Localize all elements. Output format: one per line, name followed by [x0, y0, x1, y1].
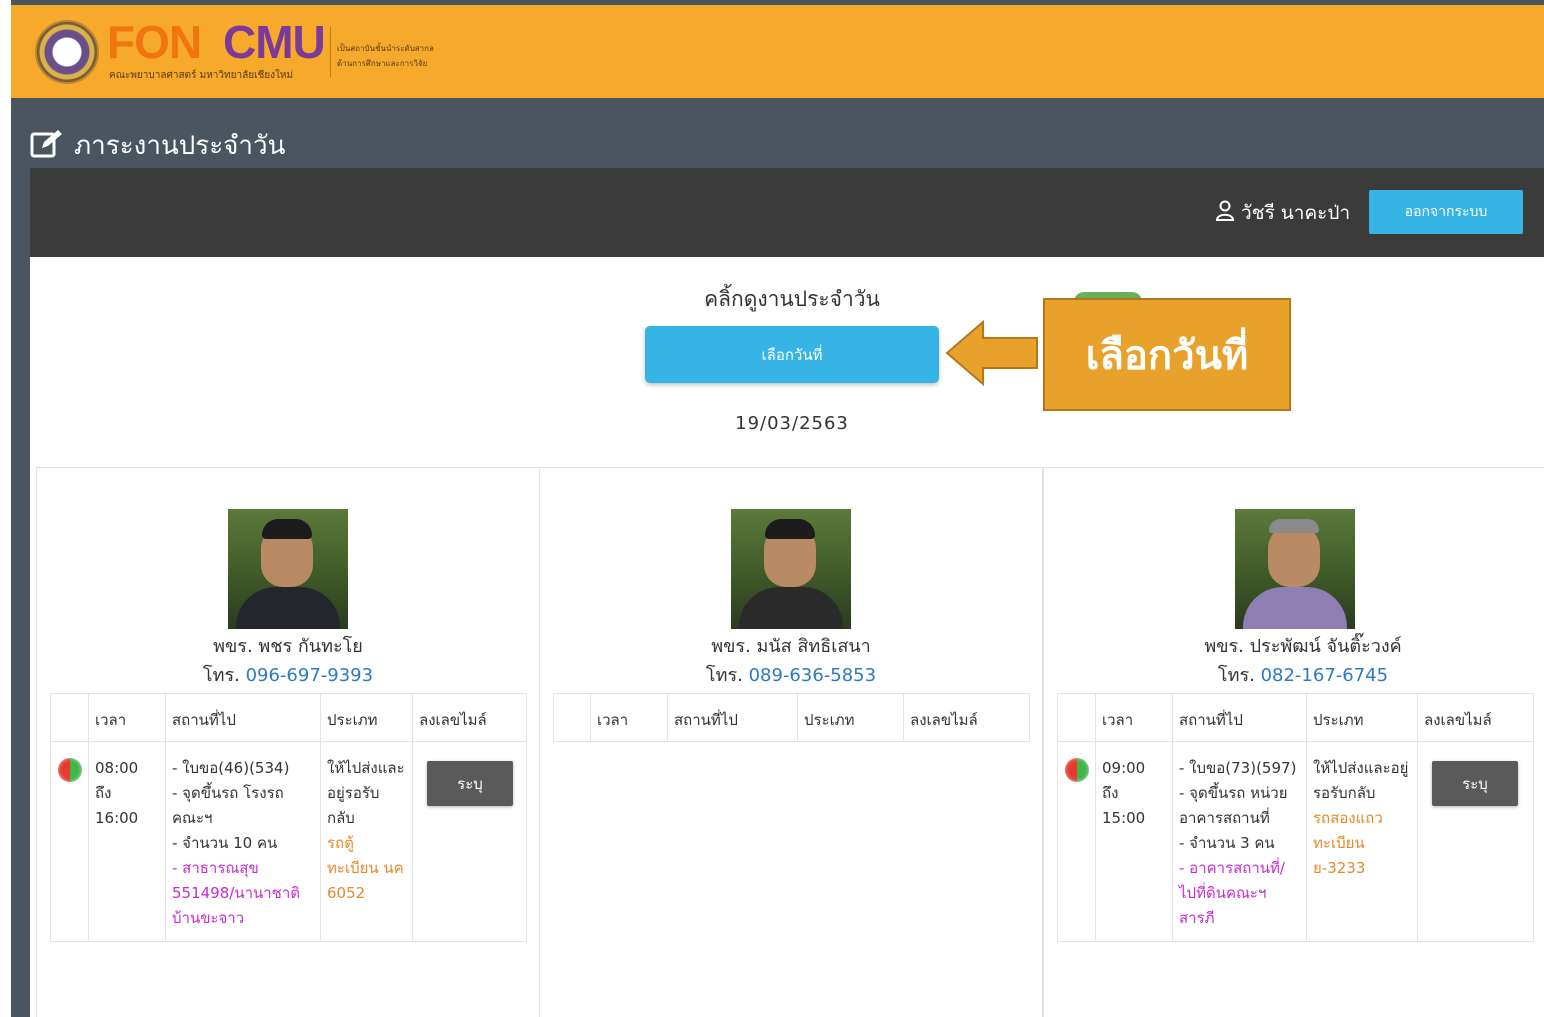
- header-status: [553, 693, 591, 742]
- driver-phone-row: โทร. 096-697-9393: [37, 660, 539, 689]
- header-status: [50, 693, 89, 742]
- left-edge: [0, 0, 11, 1017]
- header-mileage: ลงเลขไมล์: [1417, 693, 1534, 742]
- table-header-row: เวลา สถานที่ไป ประเภท ลงเลขไมล์: [553, 693, 1030, 742]
- table-row: 08:00 ถึง 16:00 - ใบขอ(46)(534) - จุดขึ้…: [50, 741, 527, 942]
- logo-tagline-2: ด้านการศึกษาและการวิจัย: [337, 59, 428, 68]
- destination-cell: - ใบขอ(46)(534) - จุดขึ้นรถ โรงรถคณะฯ - …: [165, 741, 321, 942]
- main-panel: คลิ้กดูงานประจำวัน เลือกวันที่ 19/03/256…: [30, 257, 1544, 1017]
- request-number: - ใบขอ(46)(534): [172, 759, 290, 777]
- passenger-count: - จำนวน 3 คน: [1179, 834, 1275, 852]
- header-destination: สถานที่ไป: [165, 693, 321, 742]
- driver-phone-row: โทร. 089-636-5853: [540, 660, 1042, 689]
- site-header: FON CMU คณะพยาบาลศาสตร์ มหาวิทยาลัยเชียง…: [11, 5, 1544, 98]
- annotation-callout: เลือกวันที่: [1043, 298, 1291, 411]
- driver-photo: [228, 509, 348, 629]
- university-seal-icon: [35, 20, 99, 84]
- driver-name: พขร. พชร กันทะโย: [213, 636, 363, 657]
- specify-mileage-button[interactable]: ระบุ: [1432, 761, 1518, 806]
- header-type: ประเภท: [1306, 693, 1418, 742]
- header-time: เวลา: [1095, 693, 1173, 742]
- status-cell: [1057, 741, 1096, 942]
- destination-cell: - ใบขอ(73)(597) - จุดขึ้นรถ หน่วยอาคารสถ…: [1172, 741, 1307, 942]
- phone-prefix: โทร.: [202, 665, 240, 686]
- jobs-table: เวลา สถานที่ไป ประเภท ลงเลขไมล์: [553, 693, 1030, 742]
- trip-type: ให้ไปส่งและอยู่รอรับกลับ: [327, 759, 405, 827]
- status-dot-icon: [1065, 758, 1089, 782]
- driver-card: พขร. ประพัฒน์ จันติ๊ะวงค์ โทร. 082-167-6…: [1043, 467, 1544, 1017]
- header-destination: สถานที่ไป: [667, 693, 798, 742]
- table-header-row: เวลา สถานที่ไป ประเภท ลงเลขไมล์: [50, 693, 527, 742]
- table-row: 09:00 ถึง 15:00 - ใบขอ(73)(597) - จุดขึ้…: [1057, 741, 1534, 942]
- status-cell: [50, 741, 89, 942]
- destination-place: - สาธารณสุข 551498/นานาชาติ บ้านขะจาว: [172, 859, 301, 927]
- arrow-left-icon: [945, 320, 1038, 386]
- phone-prefix: โทร.: [1217, 665, 1255, 686]
- pickup-point: - จุดขึ้นรถ โรงรถคณะฯ: [172, 784, 284, 827]
- user-name: วัชรี นาคะป่า: [1241, 202, 1351, 224]
- time-end: 16:00: [95, 809, 139, 827]
- logo-cmu: CMU: [223, 16, 326, 68]
- driver-photo: [731, 509, 851, 629]
- time-start: 08:00: [95, 759, 139, 777]
- selected-date: 19/03/2563: [735, 413, 849, 434]
- time-cell: 09:00 ถึง 15:00: [1095, 741, 1173, 942]
- header-time: เวลา: [88, 693, 166, 742]
- mileage-cell: ระบุ: [412, 741, 527, 942]
- header-type: ประเภท: [797, 693, 904, 742]
- logo-subtitle: คณะพยาบาลศาสตร์ มหาวิทยาลัยเชียงใหม่: [109, 70, 294, 81]
- driver-name: พขร. ประพัฒน์ จันติ๊ะวงค์: [1204, 636, 1402, 657]
- mileage-cell: ระบุ: [1417, 741, 1534, 942]
- time-start: 09:00: [1102, 759, 1146, 777]
- header-status: [1057, 693, 1096, 742]
- time-cell: 08:00 ถึง 16:00: [88, 741, 166, 942]
- specify-mileage-button[interactable]: ระบุ: [427, 761, 513, 806]
- header-mileage: ลงเลขไมล์: [412, 693, 527, 742]
- page-title: ภาระงานประจำวัน: [74, 131, 286, 161]
- destination-place: - อาคารสถานที่/ไปที่ดินคณะฯ สารภี: [1179, 859, 1285, 927]
- current-user: วัชรี นาคะป่า: [1215, 198, 1350, 228]
- header-mileage: ลงเลขไมล์: [903, 693, 1030, 742]
- time-end: 15:00: [1102, 809, 1146, 827]
- header-type: ประเภท: [320, 693, 413, 742]
- driver-card: พขร. มนัส สิทธิเสนา โทร. 089-636-5853 เว…: [539, 467, 1043, 1017]
- jobs-table: เวลา สถานที่ไป ประเภท ลงเลขไมล์ 08:00 ถึ…: [50, 693, 527, 942]
- edit-icon: [30, 128, 64, 164]
- type-cell: ให้ไปส่งและอยู่รอรับกลับ รถตู้ ทะเบียน น…: [320, 741, 413, 942]
- date-picker-heading: คลิ้กดูงานประจำวัน: [704, 287, 880, 311]
- pickup-point: - จุดขึ้นรถ หน่วยอาคารสถานที่: [1179, 784, 1288, 827]
- table-header-row: เวลา สถานที่ไป ประเภท ลงเลขไมล์: [1057, 693, 1534, 742]
- logo-fon: FON: [107, 16, 202, 68]
- request-number: - ใบขอ(73)(597): [1179, 759, 1297, 777]
- logo-divider: [330, 27, 331, 77]
- driver-phone-link[interactable]: 089-636-5853: [749, 665, 877, 686]
- header-destination: สถานที่ไป: [1172, 693, 1307, 742]
- logo-tagline-1: เป็นสถาบันชั้นนำระดับสากล: [337, 44, 434, 53]
- driver-card: พขร. พชร กันทะโย โทร. 096-697-9393 เวลา …: [36, 467, 540, 1017]
- time-to: ถึง: [95, 784, 112, 802]
- header-time: เวลา: [590, 693, 668, 742]
- jobs-table: เวลา สถานที่ไป ประเภท ลงเลขไมล์ 09:00 ถึ…: [1057, 693, 1534, 942]
- driver-phone-link[interactable]: 096-697-9393: [246, 665, 374, 686]
- user-bar: วัชรี นาคะป่า ออกจากระบบ: [30, 168, 1544, 257]
- passenger-count: - จำนวน 10 คน: [172, 834, 278, 852]
- time-to: ถึง: [1102, 784, 1119, 802]
- select-date-button[interactable]: เลือกวันที่: [645, 326, 939, 383]
- trip-type: ให้ไปส่งและอยู่รอรับกลับ: [1313, 759, 1409, 802]
- status-dot-icon: [58, 758, 82, 782]
- driver-phone-row: โทร. 082-167-6745: [1044, 660, 1544, 689]
- page-title-row: ภาระงานประจำวัน: [30, 125, 285, 166]
- vehicle-info: รถตู้ ทะเบียน นค 6052: [327, 834, 404, 902]
- driver-phone-link[interactable]: 082-167-6745: [1261, 665, 1389, 686]
- phone-prefix: โทร.: [705, 665, 743, 686]
- logout-button[interactable]: ออกจากระบบ: [1369, 190, 1523, 234]
- type-cell: ให้ไปส่งและอยู่รอรับกลับ รถสองแถว ทะเบีย…: [1306, 741, 1418, 942]
- vehicle-info: รถสองแถว ทะเบียน ย-3233: [1313, 809, 1383, 877]
- driver-name: พขร. มนัส สิทธิเสนา: [711, 636, 871, 657]
- driver-photo: [1235, 509, 1355, 629]
- user-icon: [1215, 200, 1235, 227]
